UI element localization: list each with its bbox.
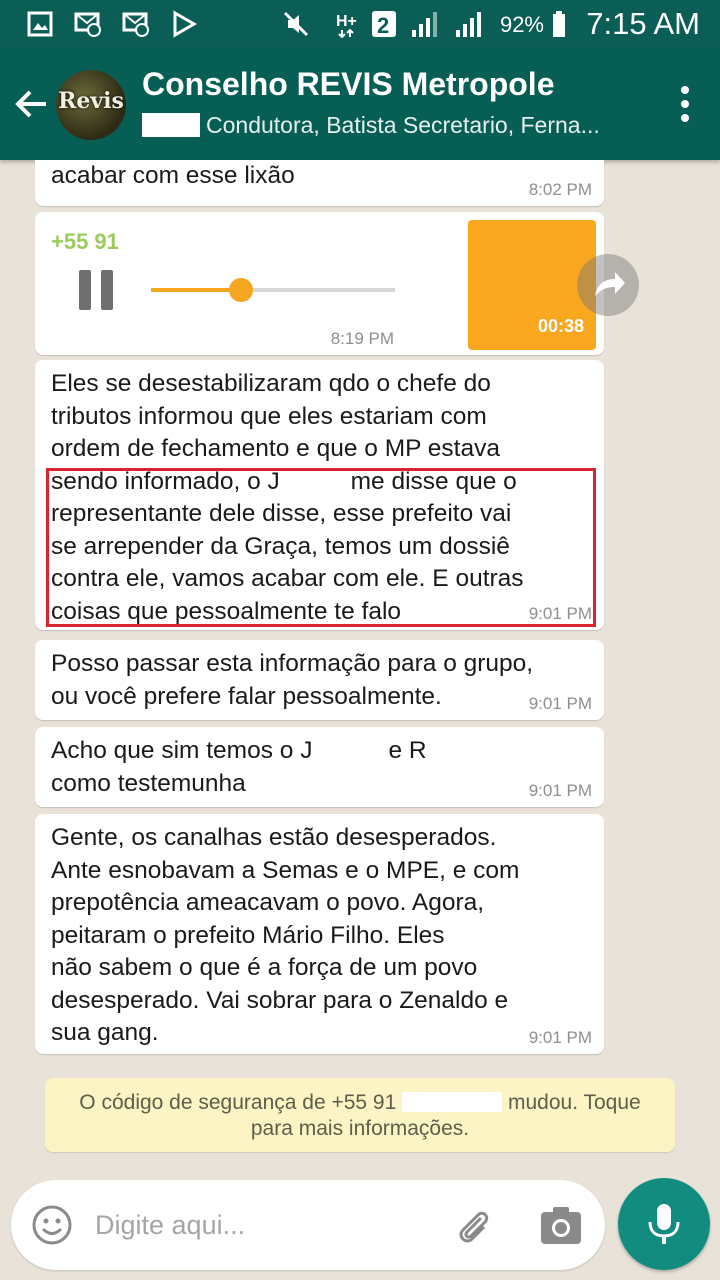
message-text-part: Acho que sim temos o J <box>51 737 313 764</box>
mic-icon <box>648 1204 680 1244</box>
message-list[interactable]: acabar com esse lixão 8:02 PM +55 91 8:1… <box>0 160 720 1170</box>
signal-icon <box>412 12 437 37</box>
chat-participants[interactable]: Condutora, Batista Secretario, Ferna... <box>142 112 600 139</box>
message-text: Acho que sim temos o J e R como testemunh… <box>51 735 592 800</box>
svg-text:2: 2 <box>377 13 389 38</box>
pause-icon[interactable] <box>79 270 115 310</box>
forward-icon <box>595 272 625 296</box>
message-bubble[interactable]: Gente, os canalhas estão desesperados. A… <box>35 814 604 1054</box>
message-bubble[interactable]: Posso passar esta informação para o grup… <box>35 640 604 720</box>
sim-2-icon: 2 <box>372 11 396 38</box>
notice-text: mudou. Toque <box>507 1091 641 1114</box>
redaction <box>312 738 389 758</box>
forward-button[interactable] <box>577 254 639 316</box>
play-store-icon <box>173 10 197 38</box>
audio-seekbar[interactable] <box>151 278 395 302</box>
more-vert-icon[interactable] <box>680 86 690 122</box>
message-bubble[interactable]: acabar com esse lixão 8:02 PM <box>35 160 604 206</box>
camera-icon[interactable] <box>539 1206 583 1246</box>
participants-text: Condutora, Batista Secretario, Ferna... <box>206 112 600 138</box>
message-composer[interactable]: Digite aqui... <box>11 1180 605 1270</box>
message-time: 8:19 PM <box>330 329 394 348</box>
network-h-plus-icon: H+ <box>336 13 357 38</box>
chat-title[interactable]: Conselho REVIS Metropole <box>142 66 554 103</box>
battery-icon <box>553 11 565 37</box>
mail-at-icon <box>122 12 149 37</box>
mic-button[interactable] <box>618 1178 710 1270</box>
mute-icon <box>283 11 309 37</box>
security-notice[interactable]: O código de segurança de +55 91 mudou. T… <box>45 1078 675 1152</box>
redaction <box>402 1092 503 1112</box>
chat-header: Revis Conselho REVIS Metropole Condutora… <box>0 48 720 160</box>
message-text-part: como testemunha <box>51 769 246 797</box>
avatar[interactable]: Revis <box>56 70 126 140</box>
message-input[interactable]: Digite aqui... <box>95 1210 245 1241</box>
message-text: Posso passar esta informação para o grup… <box>51 650 534 710</box>
mail-at-icon <box>74 12 101 37</box>
redaction <box>142 113 200 137</box>
svg-text:H+: H+ <box>336 13 357 30</box>
highlight-box <box>46 468 596 627</box>
message-bubble[interactable]: Acho que sim temos o J e R como testemunh… <box>35 727 604 807</box>
message-text-part: e R <box>388 737 427 764</box>
message-time: 9:01 PM <box>528 1028 592 1047</box>
voice-message[interactable]: +55 91 8:19 PM 00:38 <box>35 212 604 355</box>
emoji-icon[interactable] <box>31 1204 73 1246</box>
audio-progress <box>151 288 242 292</box>
attach-icon[interactable] <box>451 1204 495 1248</box>
clock: 7:15 AM <box>586 6 700 41</box>
gallery-icon <box>27 11 53 37</box>
message-time: 9:01 PM <box>528 781 592 800</box>
back-arrow-icon[interactable] <box>14 86 50 122</box>
notice-text: para mais informações. <box>250 1117 470 1140</box>
message-text: acabar com esse lixão <box>51 162 295 189</box>
message-text: Gente, os canalhas estão desesperados. A… <box>51 824 520 1046</box>
sender-name: +55 91 <box>51 229 119 254</box>
message-time: 8:02 PM <box>528 180 592 199</box>
notice-text: O código de segurança de +55 91 <box>79 1091 397 1114</box>
message-time: 9:01 PM <box>528 694 592 713</box>
signal-icon <box>456 12 481 37</box>
avatar-text: Revis <box>58 88 124 114</box>
battery-percent: 92% <box>499 12 544 37</box>
status-bar: H+ 2 92% 7:15 AM <box>0 0 720 48</box>
seek-handle[interactable] <box>229 278 254 302</box>
